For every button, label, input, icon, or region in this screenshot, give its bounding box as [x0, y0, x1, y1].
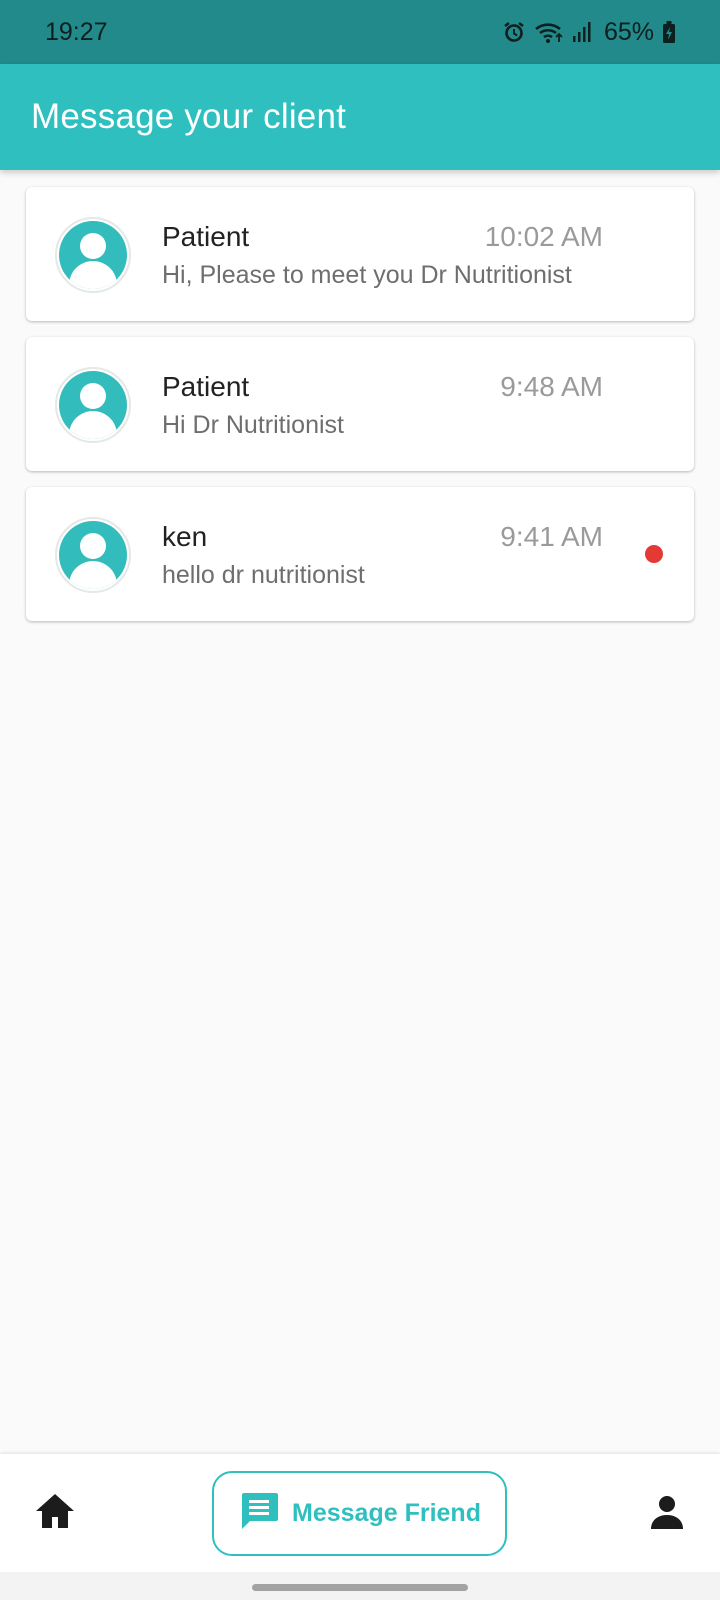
conversation-preview: hello dr nutritionist: [162, 561, 365, 589]
status-time: 19:27: [45, 17, 108, 46]
battery-charging-icon: [662, 20, 676, 44]
gesture-handle[interactable]: [252, 1584, 468, 1591]
conversation-time: 10:02 AM: [484, 221, 603, 252]
unread-indicator: [645, 545, 663, 563]
conversation-item[interactable]: Patient 9:48 AM Hi Dr Nutritionist: [26, 337, 694, 471]
bottom-navigation: Message Friend: [0, 1454, 720, 1572]
message-friend-label: Message Friend: [292, 1499, 481, 1527]
home-icon: [34, 1492, 76, 1535]
message-friend-button[interactable]: Message Friend: [212, 1471, 507, 1556]
battery-percent: 65%: [603, 17, 654, 46]
conversation-time: 9:41 AM: [500, 521, 603, 552]
conversation-preview: Hi Dr Nutritionist: [162, 411, 344, 439]
alarm-icon: [502, 20, 526, 44]
avatar: [55, 367, 131, 443]
person-icon: [59, 521, 127, 589]
page-title: Message your client: [31, 97, 347, 136]
chat-icon: [238, 1490, 280, 1537]
person-icon: [59, 221, 127, 289]
person-icon: [649, 1494, 685, 1535]
person-icon: [59, 371, 127, 439]
profile-button[interactable]: [645, 1494, 689, 1534]
home-button[interactable]: [33, 1493, 77, 1533]
conversation-name: Patient: [162, 221, 250, 252]
conversation-preview: Hi, Please to meet you Dr Nutritionist: [162, 261, 572, 289]
conversation-list: Patient 10:02 AM Hi, Please to meet you …: [26, 187, 694, 637]
conversation-item[interactable]: ken 9:41 AM hello dr nutritionist: [26, 487, 694, 621]
avatar: [55, 217, 131, 293]
conversation-item[interactable]: Patient 10:02 AM Hi, Please to meet you …: [26, 187, 694, 321]
conversation-name: Patient: [162, 371, 250, 402]
status-bar: 19:27 65%: [0, 0, 720, 64]
conversation-name: ken: [162, 521, 208, 552]
app-bar: Message your client: [0, 64, 720, 170]
status-icons: 65%: [502, 18, 676, 47]
signal-icon: [572, 20, 592, 44]
wifi-icon: [534, 20, 564, 44]
conversation-time: 9:48 AM: [500, 371, 603, 402]
avatar: [55, 517, 131, 593]
